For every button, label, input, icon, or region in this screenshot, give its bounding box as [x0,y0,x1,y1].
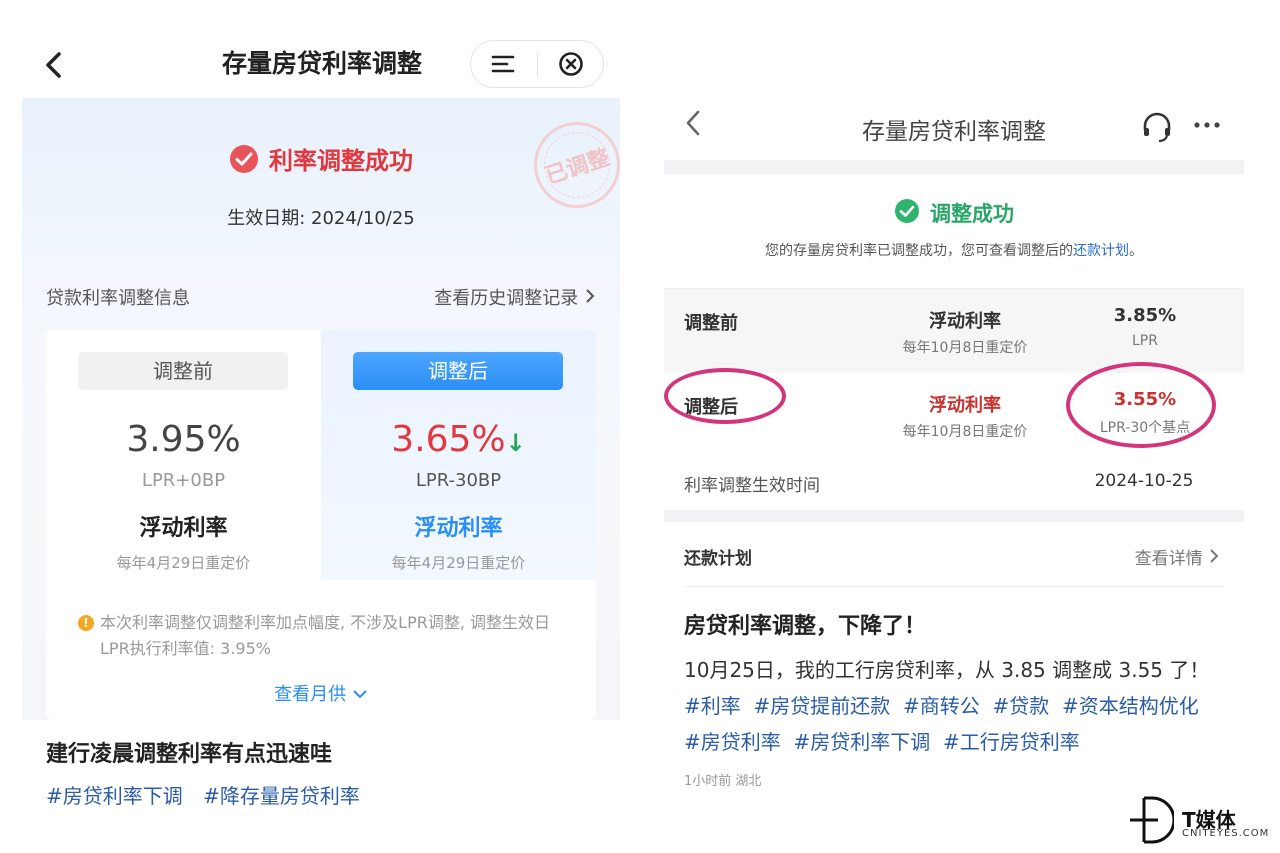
before-rate-basis: LPR [1132,333,1158,349]
desc-prefix: 您的存量房贷利率已调整成功，您可查看调整后的 [765,243,1073,259]
monthly-payment-label: 查看月供 [274,684,347,705]
left-post-tags: #房贷利率下调 #降存量房贷利率 [46,780,374,809]
chevron-down-icon [352,684,368,705]
success-banner: 调整成功 [664,198,1244,228]
after-rate: 3.65% [391,419,506,460]
notice: ! 本次利率调整仅调整利率加点幅度, 不涉及LPR调整, 调整生效日LPR执行利… [78,610,578,662]
hashtag[interactable]: #房贷利率 [684,730,781,754]
after-reprice: 每年4月29日重定价 [391,554,526,572]
section-divider [664,160,1244,174]
right-post-text: 10月25日，我的工行房贷利率，从 3.85 调整成 3.55 了！ [684,658,1210,682]
rate-compare-card: 调整前 3.95% LPR+0BP 浮动利率 每年4月29日重定价 调整后 3.… [46,330,596,720]
effective-time-value: 2024-10-25 [1094,471,1194,491]
right-screenshot: 存量房贷利率调整 调整成功 您的存量房贷利率已调整成功，您可查看调整后的还款计划… [664,90,1244,790]
right-post-tags: #利率 #房贷提前还款 #商转公 #贷款 #资本结构优化 #房贷利率 #房贷利率… [684,688,1224,760]
after-reprice: 每年10月8日重定价 [902,424,1028,440]
before-column: 调整前 3.95% LPR+0BP 浮动利率 每年4月29日重定价 [46,330,321,580]
view-details-label: 查看详情 [1134,549,1203,569]
history-link[interactable]: 查看历史调整记录 [434,284,596,310]
headset-icon[interactable] [1140,110,1174,144]
monthly-payment-link[interactable]: 查看月供 [46,680,596,706]
left-content: 已调整 利率调整成功 生效日期: 2024/10/25 贷款利率调整信息 查看历… [22,98,632,720]
before-pill: 调整前 [78,352,288,390]
left-nav-bar: 存量房贷利率调整 [22,30,620,98]
left-post: 建行凌晨调整利率有点迅速哇 #房贷利率下调 #降存量房贷利率 [22,720,620,840]
after-pill: 调整后 [353,352,563,390]
left-screenshot: 存量房贷利率调整 已调整 利率调整成功 生效日期: 2024/10/25 贷款利… [22,30,632,840]
annotation-ring-rate [1066,362,1216,448]
page-title: 存量房贷利率调整 [862,119,1046,145]
success-description: 您的存量房贷利率已调整成功，您可查看调整后的还款计划。 [664,240,1244,260]
hashtag[interactable]: #利率 [684,694,741,718]
right-post-body: 10月25日，我的工行房贷利率，从 3.85 调整成 3.55 了！ #利率 #… [684,652,1224,760]
right-post-title: 房贷利率调整，下降了！ [684,614,927,639]
before-row: 调整前 浮动利率 每年10月8日重定价 3.85% LPR [664,289,1244,373]
before-rate: 3.85% [1113,305,1177,326]
left-post-title: 建行凌晨调整利率有点迅速哇 [46,742,333,767]
after-rate-line: 3.65%↓ [321,416,596,467]
after-rate-type: 浮动利率 [929,395,1001,416]
success-banner: 利率调整成功 [22,144,620,178]
hashtag[interactable]: #房贷提前还款 [753,694,890,718]
history-link-label: 查看历史调整记录 [434,288,579,309]
section-title: 贷款利率调整信息 [46,288,190,309]
desc-suffix: 。 [1129,243,1143,259]
effective-time-label: 利率调整生效时间 [684,476,820,496]
hashtag[interactable]: #工行房贷利率 [943,730,1080,754]
hashtag[interactable]: #贷款 [992,694,1049,718]
hashtag[interactable]: #房贷利率下调 [793,730,930,754]
post-meta: 1小时前 湖北 [684,774,762,789]
check-circle-icon [894,198,920,228]
back-icon[interactable] [680,106,706,148]
after-rate-type: 浮动利率 [414,516,503,541]
hashtag[interactable]: #房贷利率下调 [46,784,183,808]
annotation-ring-label [664,368,786,424]
success-text: 利率调整成功 [269,147,413,175]
effective-date: 生效日期: 2024/10/25 [227,208,415,229]
before-label: 调整前 [684,313,738,334]
chevron-right-icon [584,288,596,309]
capsule-divider [537,53,538,77]
before-lpr: LPR+0BP [141,470,226,491]
before-rate-type: 浮动利率 [929,311,1001,332]
before-rate-type: 浮动利率 [139,516,228,541]
menu-icon[interactable] [483,49,523,79]
after-column: 调整后 3.65%↓ LPR-30BP 浮动利率 每年4月29日重定价 [321,330,596,580]
close-icon[interactable] [551,49,591,79]
back-icon[interactable] [40,48,70,82]
view-details-link[interactable]: 查看详情 [1135,544,1220,569]
info-icon: ! [78,615,94,631]
repayment-plan-title: 还款计划 [684,549,752,569]
watermark: T媒体 CNITEYES.COM [1128,794,1274,846]
before-rate: 3.95% [126,419,241,460]
hashtag[interactable]: #资本结构优化 [1062,694,1199,718]
row-divider [684,586,1224,587]
before-reprice: 每年10月8日重定价 [902,340,1028,356]
notice-text: 本次利率调整仅调整利率加点幅度, 不涉及LPR调整, 调整生效日LPR执行利率值… [100,613,551,658]
more-icon[interactable] [1192,110,1222,147]
down-arrow-icon: ↓ [505,429,526,457]
chevron-right-icon [1208,549,1220,569]
repayment-plan-link[interactable]: 还款计划 [1073,243,1129,259]
hashtag[interactable]: #商转公 [903,694,980,718]
section-divider [664,510,1244,522]
watermark-en: CNITEYES.COM [1182,828,1270,839]
mini-program-capsule [470,40,604,88]
check-circle-icon [229,144,259,178]
brand-logo-icon [1128,794,1176,846]
right-nav-bar: 存量房贷利率调整 [664,90,1244,160]
page-title: 存量房贷利率调整 [221,49,422,78]
success-text: 调整成功 [930,202,1014,226]
after-lpr: LPR-30BP [415,470,502,491]
before-reprice: 每年4月29日重定价 [116,554,251,572]
hashtag[interactable]: #降存量房贷利率 [203,784,360,808]
